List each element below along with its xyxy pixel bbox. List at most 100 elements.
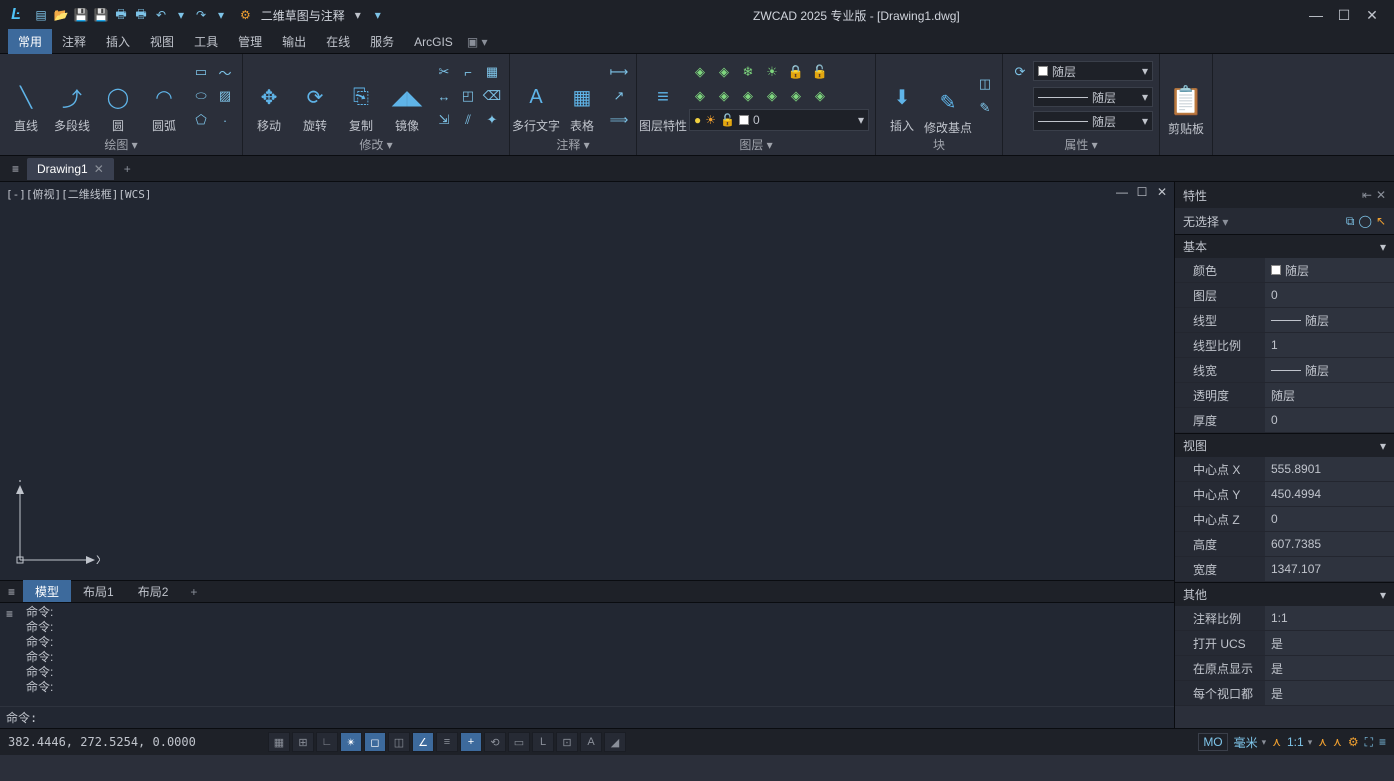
layout-add-button[interactable]: + (180, 585, 207, 599)
close-button[interactable]: ✕ (1362, 5, 1382, 25)
rectangle-icon[interactable]: ▭ (190, 61, 212, 83)
layer-state-icon[interactable]: ◈ (809, 85, 831, 107)
section-view[interactable]: 视图▾ (1175, 433, 1394, 457)
layer-combo[interactable]: ● ☀ 🔓 0 ▾ (689, 109, 869, 131)
polyline-button[interactable]: ⤴多段线 (52, 58, 92, 134)
erase-icon[interactable]: ⌫ (481, 85, 503, 107)
property-row[interactable]: 注释比例1:1 (1175, 606, 1394, 631)
qp-toggle[interactable]: ▭ (508, 732, 530, 752)
layer-on-icon[interactable]: ◈ (713, 85, 735, 107)
linetype-combo[interactable]: 随层▾ (1033, 87, 1153, 107)
property-row[interactable]: 每个视口都是 (1175, 681, 1394, 706)
selection-combo[interactable]: 无选择 ▾ (1183, 213, 1228, 230)
lwt-toggle[interactable]: ≡ (436, 732, 458, 752)
customize-icon[interactable]: ≡ (1379, 735, 1386, 749)
dim-cont-icon[interactable]: ⟹ (608, 109, 630, 131)
redo-icon[interactable]: ↷ (192, 6, 210, 24)
workspace-switcher[interactable]: ⚙ 二维草图与注释 ▾ (240, 5, 361, 26)
color-combo[interactable]: 随层▾ (1033, 61, 1153, 81)
tab-output[interactable]: 输出 (272, 29, 316, 54)
edit-base-button[interactable]: ✎修改基点 (928, 58, 968, 134)
tab-insert[interactable]: 插入 (96, 29, 140, 54)
scale-icon[interactable]: ◰ (457, 85, 479, 107)
undo-icon[interactable]: ↶ (152, 6, 170, 24)
property-value[interactable]: 是 (1265, 631, 1394, 655)
property-row[interactable]: 在原点显示 ...是 (1175, 656, 1394, 681)
property-value[interactable]: 450.4994 (1265, 482, 1394, 506)
property-value[interactable]: 是 (1265, 656, 1394, 680)
property-value[interactable]: 1 (1265, 333, 1394, 357)
leader-icon[interactable]: ↗ (608, 85, 630, 107)
explode-icon[interactable]: ✦ (481, 109, 503, 131)
layer-iso-icon[interactable]: ◈ (689, 61, 711, 83)
rotate-button[interactable]: ⟳旋转 (295, 58, 335, 134)
panel-label-modify[interactable]: 修改 ▾ (249, 134, 503, 155)
match-props-icon[interactable]: ⟳ (1009, 61, 1031, 83)
model-button[interactable]: MO (1198, 733, 1227, 751)
property-value[interactable]: 随层 (1265, 358, 1394, 382)
layer-freeze-icon[interactable]: ❄ (737, 61, 759, 83)
property-row[interactable]: 透明度随层 (1175, 383, 1394, 408)
section-basic[interactable]: 基本▾ (1175, 234, 1394, 258)
command-input[interactable] (41, 711, 1168, 725)
copy-button[interactable]: ⎘复制 (341, 58, 381, 134)
property-value[interactable]: 1347.107 (1265, 557, 1394, 581)
ws-switch-icon[interactable]: ⚙ (1348, 735, 1359, 749)
layer-off-icon[interactable]: ◈ (689, 85, 711, 107)
panel-label-annotation[interactable]: 注释 ▾ (516, 134, 630, 155)
open-icon[interactable]: 📂 (52, 6, 70, 24)
saveas-icon[interactable]: 💾 (92, 6, 110, 24)
save-icon[interactable]: 💾 (72, 6, 90, 24)
tab-manage[interactable]: 管理 (228, 29, 272, 54)
property-row[interactable]: 颜色随层 (1175, 258, 1394, 283)
tpy-toggle[interactable]: ⊡ (556, 732, 578, 752)
mtext-button[interactable]: A多行文字 (516, 58, 556, 134)
layer-uniso-icon[interactable]: ◈ (713, 61, 735, 83)
file-tabs-menu-icon[interactable]: ≡ (6, 162, 25, 176)
block-create-icon[interactable]: ◫ (974, 73, 996, 95)
dim-linear-icon[interactable]: ⟼ (608, 61, 630, 83)
property-row[interactable]: 中心点 X555.8901 (1175, 457, 1394, 482)
fullscreen-icon[interactable]: ⛶ (1365, 735, 1373, 750)
units-dropdown[interactable]: 毫米 (1234, 734, 1267, 751)
layer-match-icon[interactable]: ◈ (737, 85, 759, 107)
coordinates[interactable]: 382.4446, 272.5254, 0.0000 (8, 735, 248, 749)
plot-icon[interactable]: 🖶 (132, 6, 150, 24)
tab-service[interactable]: 服务 (360, 29, 404, 54)
line-button[interactable]: ╲直线 (6, 58, 46, 134)
undo-drop-icon[interactable]: ▾ (172, 6, 190, 24)
property-row[interactable]: 宽度1347.107 (1175, 557, 1394, 582)
property-value[interactable]: 随层 (1265, 383, 1394, 407)
property-value[interactable]: 0 (1265, 283, 1394, 307)
circle-button[interactable]: ◯圆 (98, 58, 138, 134)
cycle-toggle[interactable]: ⟲ (484, 732, 506, 752)
lineweight-combo[interactable]: 随层▾ (1033, 111, 1153, 131)
property-value[interactable]: 是 (1265, 681, 1394, 705)
offset-icon[interactable]: ⫽ (457, 109, 479, 131)
layer-prev-icon[interactable]: ◈ (761, 85, 783, 107)
ellipse-icon[interactable]: ⬭ (190, 85, 212, 107)
tab-arcgis[interactable]: ArcGIS (404, 31, 463, 53)
tab-online[interactable]: 在线 (316, 29, 360, 54)
property-row[interactable]: 图层0 (1175, 283, 1394, 308)
tab-common[interactable]: 常用 (8, 29, 52, 54)
ortho-toggle[interactable]: ∟ (316, 732, 338, 752)
insert-block-button[interactable]: ⬇插入 (882, 58, 922, 134)
panel-label-layers[interactable]: 图层 ▾ (643, 134, 869, 155)
hatch-icon[interactable]: ▨ (214, 85, 236, 107)
property-value[interactable]: 0 (1265, 507, 1394, 531)
paste-button[interactable]: 📋剪贴板 (1166, 58, 1206, 137)
move-button[interactable]: ✥移动 (249, 58, 289, 134)
palette-close-icon[interactable]: ✕ (1376, 188, 1386, 202)
redo-drop-icon[interactable]: ▾ (212, 6, 230, 24)
layout-tab-2[interactable]: 布局2 (126, 580, 181, 603)
property-value[interactable]: 0 (1265, 408, 1394, 432)
property-row[interactable]: 线型比例1 (1175, 333, 1394, 358)
property-row[interactable]: 高度607.7385 (1175, 532, 1394, 557)
property-value[interactable]: 随层 (1265, 308, 1394, 332)
viewport-minimize-icon[interactable]: — (1114, 184, 1130, 200)
annovisibility-icon[interactable]: ⋏ (1318, 735, 1327, 749)
ribbon-expand-icon[interactable]: ▣ ▾ (467, 35, 488, 49)
arc-button[interactable]: ◠圆弧 (144, 58, 184, 134)
minimize-button[interactable]: — (1306, 5, 1326, 25)
